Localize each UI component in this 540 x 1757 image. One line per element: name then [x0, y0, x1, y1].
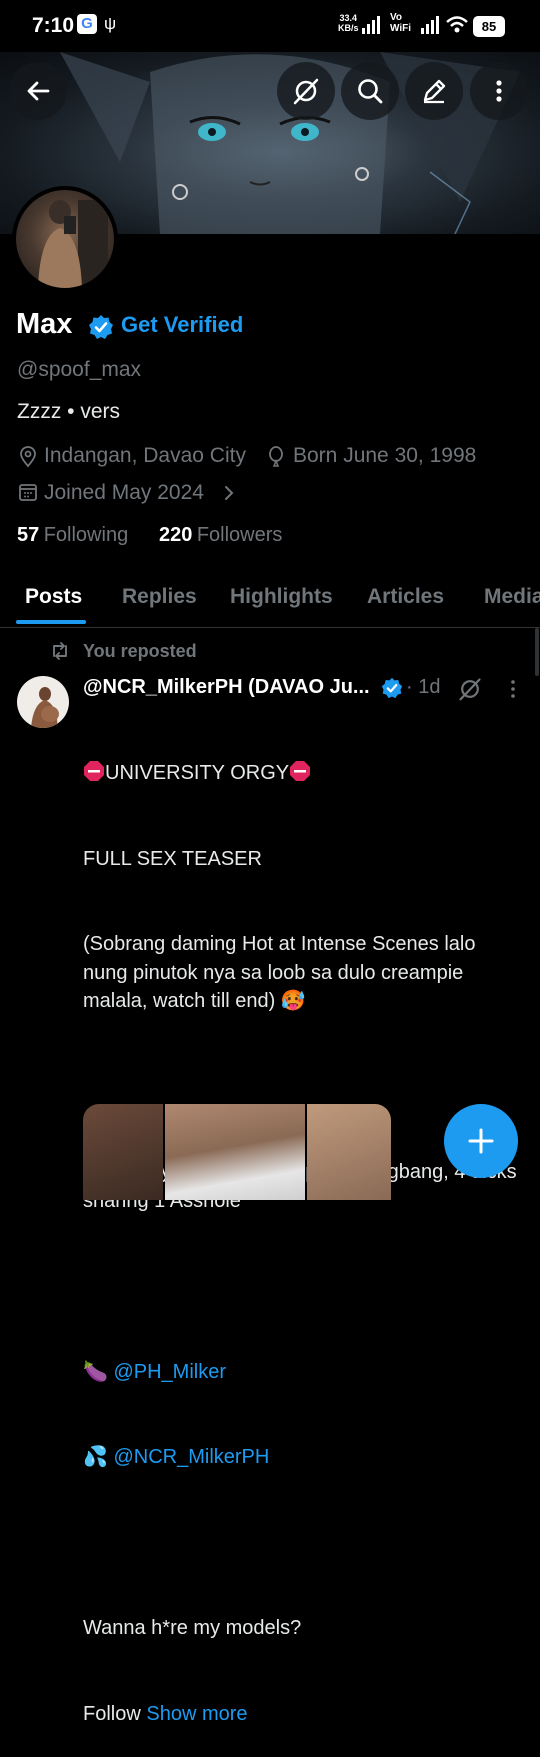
tabs-divider	[0, 627, 540, 628]
show-more-link[interactable]: Show more	[146, 1703, 247, 1725]
post-time: · 1d	[406, 676, 441, 698]
back-button[interactable]	[9, 62, 67, 120]
search-button[interactable]	[341, 62, 399, 120]
repost-label: You reposted	[83, 641, 197, 661]
grok-icon	[293, 78, 319, 105]
drops-emoji: 💦	[83, 1446, 108, 1468]
grok-button[interactable]	[277, 62, 335, 120]
search-icon	[358, 79, 383, 104]
profile-handle: @spoof_max	[17, 358, 142, 381]
profile-bio: Zzzz • vers	[17, 400, 121, 423]
post-line-6: Follow Show more	[83, 1702, 248, 1725]
chevron-right-icon[interactable]	[222, 484, 236, 502]
profile-joined[interactable]: Joined May 2024	[44, 481, 204, 505]
post-body[interactable]: UNIVERSITY ORGY FULL SEX TEASER (Sobrang…	[83, 702, 523, 1757]
avatar-photo	[38, 200, 108, 288]
verified-badge-icon[interactable]	[88, 314, 114, 340]
status-time: 7:10	[32, 14, 75, 37]
compose-post-button[interactable]	[444, 1104, 518, 1178]
battery-indicator: 85	[473, 16, 505, 37]
usb-icon: ψ	[104, 14, 117, 33]
location-icon	[20, 446, 36, 468]
post-media-1[interactable]	[83, 1104, 163, 1200]
followers-link[interactable]: 220 Followers	[159, 524, 282, 547]
cell-signal-icon	[362, 16, 380, 34]
tab-media[interactable]: Media	[484, 585, 540, 608]
edit-icon	[423, 79, 446, 104]
network-speed: 33.4 KB/s	[338, 13, 359, 33]
back-arrow-icon	[27, 81, 50, 101]
profile-location: Indangan, Davao City	[44, 444, 246, 467]
post-verified-badge-icon	[381, 677, 403, 699]
profile-birthday: Born June 30, 1998	[293, 444, 477, 467]
tab-articles[interactable]: Articles	[367, 585, 444, 609]
get-verified-link[interactable]: Get Verified	[121, 312, 243, 338]
post-mention-1-row: 🍆 @PH_Milker	[83, 1358, 523, 1387]
mention-link-2[interactable]: @NCR_MilkerPH	[113, 1446, 269, 1468]
tab-posts[interactable]: Posts	[25, 585, 82, 609]
author-avatar-photo	[31, 687, 59, 728]
google-app-icon: G	[77, 14, 97, 34]
status-bar: 7:10 G ψ 33.4 KB/s Vo WiFi 85	[0, 0, 540, 52]
repost-icon	[53, 642, 67, 660]
display-name: Max	[16, 308, 73, 340]
stop-sign-icon	[290, 761, 311, 781]
tab-media-clip: Media	[484, 585, 540, 609]
edit-button[interactable]	[405, 62, 463, 120]
followers-label: Followers	[196, 524, 283, 546]
stop-sign-icon	[84, 761, 104, 781]
post-grok-icon[interactable]	[457, 676, 483, 702]
volte-wifi-label: Vo WiFi	[390, 12, 412, 34]
active-tab-indicator	[16, 620, 86, 624]
followers-count: 220	[159, 524, 193, 546]
post-author-avatar[interactable]	[17, 676, 69, 728]
following-link[interactable]: 57 Following	[17, 524, 128, 547]
post-author-name[interactable]: @NCR_MilkerPH (DAVAO Ju...	[83, 676, 370, 699]
post-line-2: FULL SEX TEASER	[83, 847, 262, 870]
following-count: 57	[17, 524, 40, 546]
wifi-icon	[446, 16, 468, 33]
hot-face-emoji: 🥵	[280, 990, 306, 1012]
post-media-2[interactable]	[165, 1104, 305, 1200]
post-mention-2-row: 💦 @NCR_MilkerPH	[83, 1443, 523, 1472]
tab-replies[interactable]: Replies	[122, 585, 197, 609]
post-media-3[interactable]	[307, 1104, 391, 1200]
scroll-indicator[interactable]	[535, 628, 539, 676]
plus-icon	[468, 1128, 494, 1154]
mention-link-1[interactable]: @PH_Milker	[113, 1361, 226, 1383]
following-label: Following	[43, 524, 129, 546]
more-options-button[interactable]	[470, 62, 528, 120]
profile-avatar[interactable]	[12, 186, 118, 292]
tab-highlights[interactable]: Highlights	[230, 585, 333, 609]
post-line-title: UNIVERSITY ORGY	[83, 759, 523, 788]
post-line-5: Wanna h*re my models?	[83, 1617, 302, 1639]
post-more-icon[interactable]	[504, 678, 522, 700]
calendar-icon	[19, 484, 37, 501]
more-vertical-icon	[496, 80, 502, 102]
post-line-3: (Sobrang daming Hot at Intense Scenes la…	[83, 933, 482, 1012]
balloon-icon	[269, 446, 283, 467]
eggplant-emoji: 🍆	[83, 1360, 108, 1383]
cell-signal-2-icon	[421, 16, 439, 34]
